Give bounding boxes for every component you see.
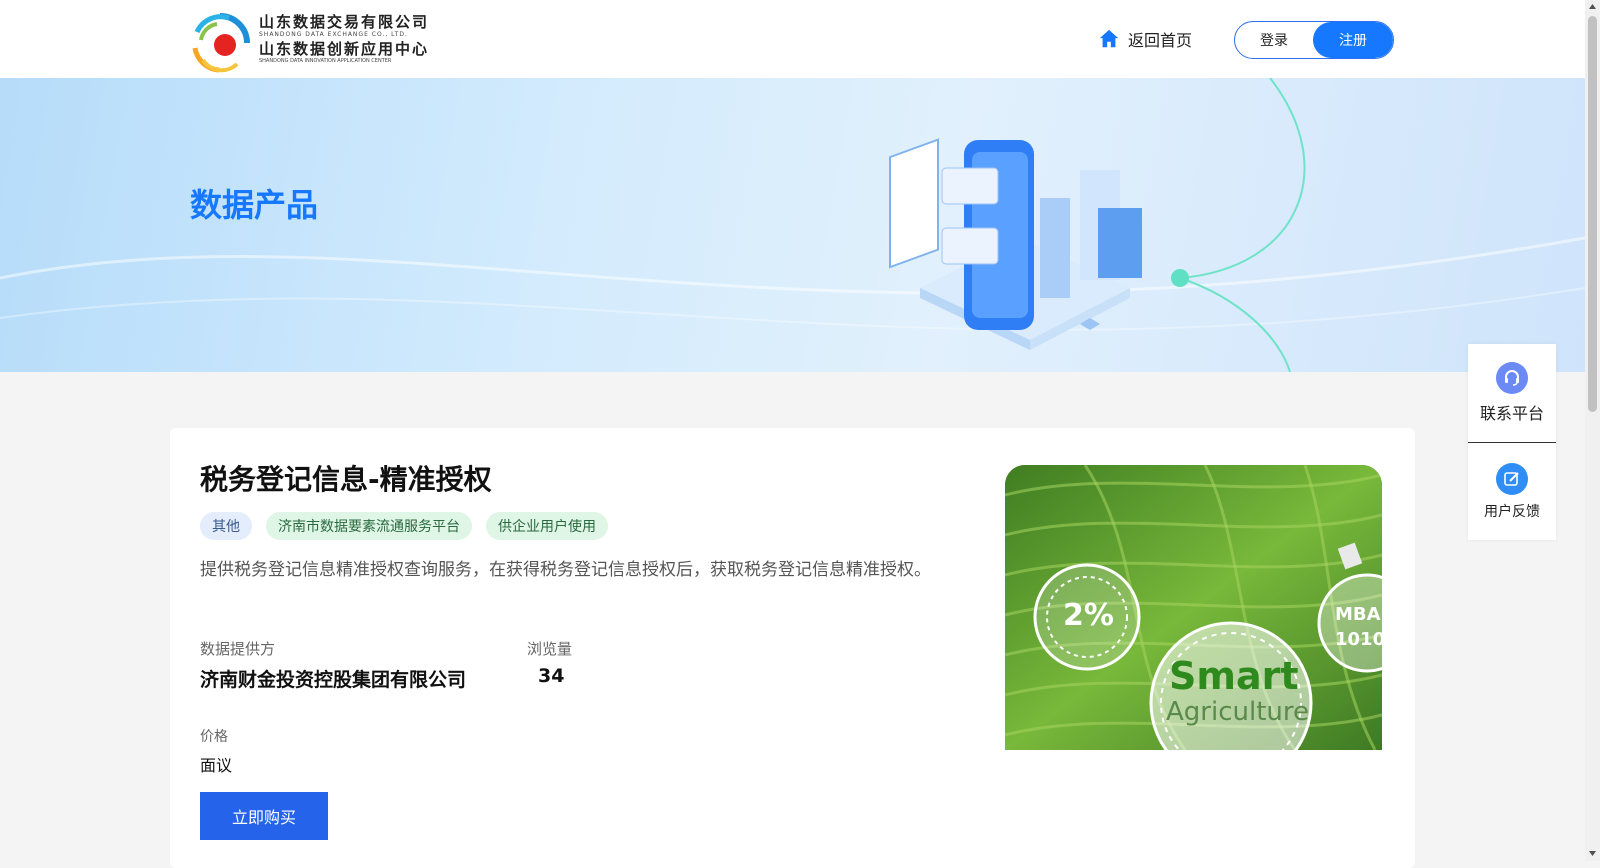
floating-side-panel: 联系平台 用户反馈 — [1468, 344, 1556, 540]
home-link[interactable]: 返回首页 — [1098, 26, 1192, 52]
auth-buttons: 登录 注册 — [1234, 21, 1394, 59]
views-label: 浏览量 — [527, 640, 573, 658]
price-value: 面议 — [200, 756, 233, 775]
banner-title: 数据产品 — [190, 186, 319, 224]
tag-audience: 供企业用户使用 — [486, 512, 608, 540]
scrollbar-thumb[interactable] — [1588, 16, 1597, 412]
product-tags: 其他 济南市数据要素流通服务平台 供企业用户使用 — [200, 512, 608, 540]
logo-company-name: 山东数据交易有限公司 — [259, 13, 430, 31]
register-button[interactable]: 注册 — [1313, 22, 1393, 58]
page-scrollbar[interactable] — [1585, 0, 1600, 861]
price-label: 价格 — [200, 729, 228, 745]
tag-platform: 济南市数据要素流通服务平台 — [266, 512, 472, 540]
page-banner: 数据产品 — [0, 78, 1585, 372]
image-percent-text: 2% — [1063, 598, 1114, 633]
buy-now-button[interactable]: 立即购买 — [200, 792, 328, 840]
tag-category: 其他 — [200, 512, 252, 540]
home-icon — [1099, 29, 1119, 48]
home-link-label: 返回首页 — [1128, 31, 1193, 50]
product-card: 税务登记信息-精准授权 其他 济南市数据要素流通服务平台 供企业用户使用 提供税… — [170, 428, 1415, 868]
provider-value: 济南财金投资控股集团有限公司 — [200, 669, 467, 691]
views-value: 34 — [538, 665, 565, 687]
data-products-illustration — [889, 138, 1142, 350]
image-mba-number: 1010 — [1335, 629, 1382, 650]
provider-label: 数据提供方 — [200, 640, 276, 658]
product-description: 提供税务登记信息精准授权查询服务，在获得税务登记信息授权后，获取税务登记信息精准… — [200, 560, 931, 580]
image-smart-text: Smart — [1169, 654, 1299, 698]
contact-platform-button[interactable]: 联系平台 — [1468, 344, 1556, 442]
product-image: 2% Smart Agriculture MBA 1010 — [1005, 465, 1382, 750]
image-mba-text: MBA — [1335, 604, 1381, 625]
scroll-down-arrow-icon[interactable] — [1588, 848, 1597, 858]
headset-icon — [1496, 362, 1528, 394]
smart-agriculture-image: 2% Smart Agriculture MBA 1010 — [1005, 465, 1382, 750]
logo-center-name-en: SHANDONG DATA INNOVATION APPLICATION CEN… — [259, 58, 392, 64]
product-title: 税务登记信息-精准授权 — [200, 463, 492, 496]
logo-company-name-en: SHANDONG DATA EXCHANGE CO., LTD. — [259, 31, 408, 38]
contact-platform-label: 联系平台 — [1479, 404, 1544, 423]
user-feedback-button[interactable]: 用户反馈 — [1468, 442, 1556, 541]
user-feedback-label: 用户反馈 — [1484, 504, 1540, 520]
edit-icon — [1496, 463, 1528, 495]
company-logo[interactable]: 山东数据交易有限公司 SHANDONG DATA EXCHANGE CO., L… — [189, 12, 449, 76]
login-button[interactable]: 登录 — [1235, 22, 1313, 58]
logo-center-name: 山东数据创新应用中心 — [259, 40, 430, 58]
logo-mark-icon — [192, 13, 250, 73]
scroll-up-arrow-icon[interactable] — [1588, 2, 1597, 12]
top-header: 山东数据交易有限公司 SHANDONG DATA EXCHANGE CO., L… — [0, 0, 1585, 78]
image-agriculture-text: Agriculture — [1166, 697, 1309, 727]
